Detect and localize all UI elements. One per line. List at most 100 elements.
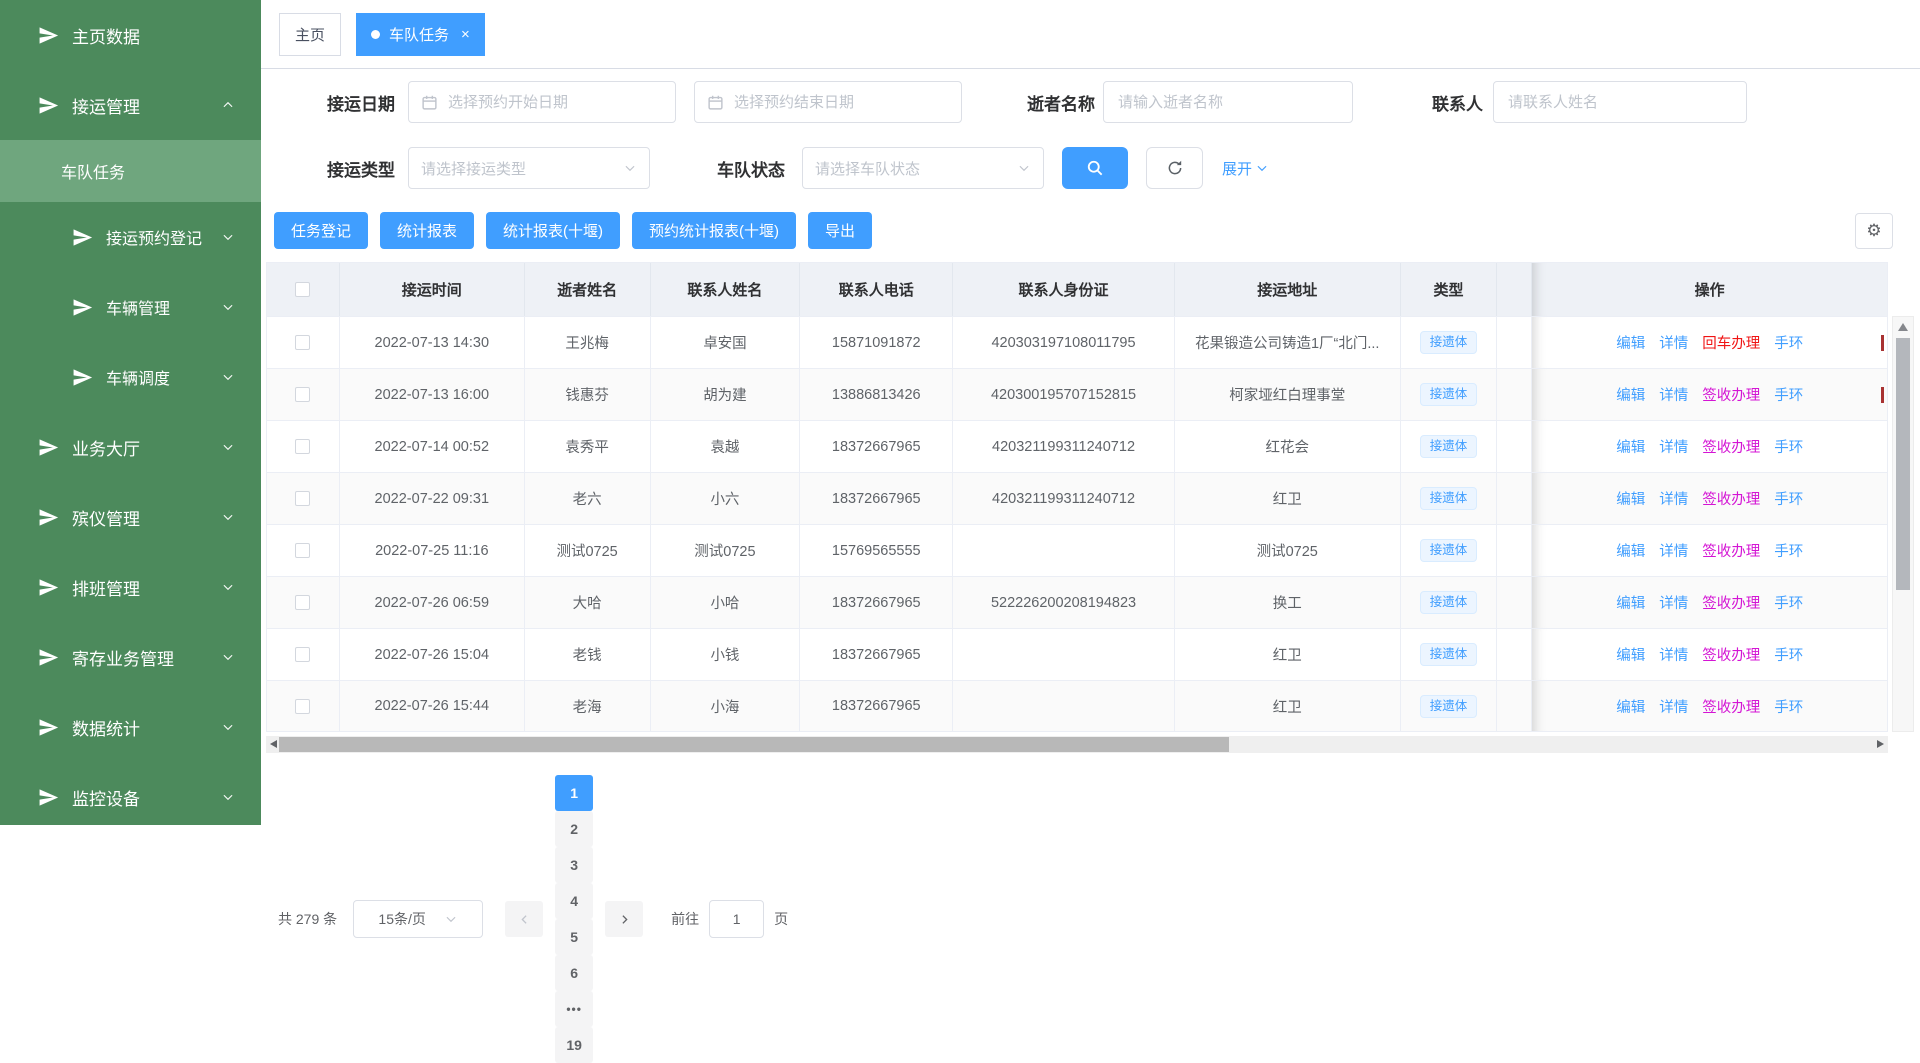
- row-checkbox[interactable]: [295, 543, 310, 558]
- page-size-select[interactable]: 15条/页: [353, 900, 483, 938]
- select-all-checkbox[interactable]: [295, 282, 310, 297]
- action-2-link[interactable]: 详情: [1659, 384, 1688, 405]
- row-checkbox[interactable]: [295, 387, 310, 402]
- toolbar-button-4[interactable]: 预约统计报表(十堰): [632, 212, 796, 249]
- sidebar-item-12[interactable]: 监控设备: [0, 762, 261, 825]
- transfer-type-select[interactable]: 请选择接运类型: [408, 147, 650, 189]
- sidebar-item-6[interactable]: 车辆调度: [0, 342, 261, 412]
- date-end-field[interactable]: [732, 93, 949, 112]
- search-button[interactable]: [1062, 147, 1128, 189]
- sidebar-item-label: 排班管理: [72, 575, 140, 600]
- refresh-button[interactable]: [1146, 147, 1203, 189]
- date-start-field[interactable]: [446, 93, 663, 112]
- contact-input[interactable]: [1493, 81, 1747, 123]
- vertical-scrollbar[interactable]: [1892, 316, 1914, 732]
- page-button-19[interactable]: 19: [555, 1027, 593, 1063]
- transfer-type-placeholder: 请选择接运类型: [421, 158, 526, 179]
- action-4-link[interactable]: 手环: [1774, 488, 1803, 509]
- sidebar-item-4[interactable]: 接运预约登记: [0, 202, 261, 272]
- row-checkbox[interactable]: [295, 699, 310, 714]
- date-start-input[interactable]: [408, 81, 676, 123]
- row-checkbox[interactable]: [295, 335, 310, 350]
- action-3-link[interactable]: 回车办理: [1702, 332, 1760, 353]
- deceased-name-field[interactable]: [1116, 93, 1340, 112]
- action-3-link[interactable]: 签收办理: [1702, 592, 1760, 613]
- scroll-left-arrow-icon[interactable]: [270, 740, 277, 748]
- page-button-3[interactable]: 3: [555, 847, 593, 883]
- sidebar-item-1[interactable]: 主页数据: [0, 0, 261, 70]
- cell-address: 柯家垭红白理事堂: [1175, 369, 1401, 420]
- sidebar-item-8[interactable]: 殡仪管理: [0, 482, 261, 552]
- next-page-button[interactable]: [605, 901, 643, 937]
- action-1-link[interactable]: 编辑: [1616, 488, 1645, 509]
- contact-field[interactable]: [1506, 93, 1734, 112]
- toolbar-button-2[interactable]: 统计报表: [380, 212, 474, 249]
- fleet-status-placeholder: 请选择车队状态: [815, 158, 920, 179]
- action-4-link[interactable]: 手环: [1774, 644, 1803, 665]
- goto-page-input[interactable]: [709, 900, 764, 938]
- page-button-5[interactable]: 5: [555, 919, 593, 955]
- action-3-link[interactable]: 签收办理: [1702, 436, 1760, 457]
- page-ellipsis[interactable]: •••: [555, 991, 593, 1027]
- action-4-link[interactable]: 手环: [1774, 384, 1803, 405]
- action-3-link[interactable]: 签收办理: [1702, 384, 1760, 405]
- scroll-up-arrow-icon[interactable]: [1898, 323, 1908, 331]
- action-1-link[interactable]: 编辑: [1616, 696, 1645, 717]
- action-1-link[interactable]: 编辑: [1616, 592, 1645, 613]
- action-4-link[interactable]: 手环: [1774, 436, 1803, 457]
- page-button-6[interactable]: 6: [555, 955, 593, 991]
- row-checkbox[interactable]: [295, 595, 310, 610]
- sidebar-item-2[interactable]: 接运管理: [0, 70, 261, 140]
- expand-link[interactable]: 展开: [1222, 158, 1269, 179]
- horizontal-scroll-thumb[interactable]: [279, 737, 1229, 752]
- action-3-link[interactable]: 签收办理: [1702, 696, 1760, 717]
- row-checkbox[interactable]: [295, 647, 310, 662]
- sidebar-item-3[interactable]: 车队任务: [0, 140, 261, 202]
- scroll-right-arrow-icon[interactable]: [1877, 740, 1884, 748]
- action-2-link[interactable]: 详情: [1659, 592, 1688, 613]
- page-button-4[interactable]: 4: [555, 883, 593, 919]
- action-3-link[interactable]: 签收办理: [1702, 644, 1760, 665]
- action-2-link[interactable]: 详情: [1659, 488, 1688, 509]
- row-checkbox[interactable]: [295, 491, 310, 506]
- action-2-link[interactable]: 详情: [1659, 696, 1688, 717]
- sidebar-item-11[interactable]: 数据统计: [0, 692, 261, 762]
- prev-page-button[interactable]: [505, 901, 543, 937]
- close-icon[interactable]: ×: [461, 27, 470, 42]
- sidebar-item-5[interactable]: 车辆管理: [0, 272, 261, 342]
- sidebar-item-7[interactable]: 业务大厅: [0, 412, 261, 482]
- toolbar-button-5[interactable]: 导出: [808, 212, 872, 249]
- action-3-link[interactable]: 签收办理: [1702, 540, 1760, 561]
- type-badge: 接遗体: [1420, 539, 1478, 562]
- sidebar-item-10[interactable]: 寄存业务管理: [0, 622, 261, 692]
- horizontal-scrollbar[interactable]: [266, 736, 1888, 753]
- action-2-link[interactable]: 详情: [1659, 540, 1688, 561]
- type-badge: 接遗体: [1420, 383, 1478, 406]
- action-1-link[interactable]: 编辑: [1616, 332, 1645, 353]
- row-checkbox[interactable]: [295, 439, 310, 454]
- vertical-scroll-thumb[interactable]: [1896, 338, 1910, 590]
- sidebar-item-9[interactable]: 排班管理: [0, 552, 261, 622]
- action-1-link[interactable]: 编辑: [1616, 384, 1645, 405]
- action-1-link[interactable]: 编辑: [1616, 644, 1645, 665]
- action-1-link[interactable]: 编辑: [1616, 436, 1645, 457]
- toolbar-button-1[interactable]: 任务登记: [274, 212, 368, 249]
- column-settings-button[interactable]: ⚙: [1855, 213, 1893, 249]
- action-4-link[interactable]: 手环: [1774, 592, 1803, 613]
- toolbar-button-3[interactable]: 统计报表(十堰): [486, 212, 620, 249]
- action-4-link[interactable]: 手环: [1774, 332, 1803, 353]
- tab-home[interactable]: 主页: [279, 13, 341, 56]
- action-3-link[interactable]: 签收办理: [1702, 488, 1760, 509]
- action-4-link[interactable]: 手环: [1774, 696, 1803, 717]
- deceased-name-input[interactable]: [1103, 81, 1353, 123]
- fleet-status-select[interactable]: 请选择车队状态: [802, 147, 1044, 189]
- date-end-input[interactable]: [694, 81, 962, 123]
- action-2-link[interactable]: 详情: [1659, 332, 1688, 353]
- action-1-link[interactable]: 编辑: [1616, 540, 1645, 561]
- action-2-link[interactable]: 详情: [1659, 436, 1688, 457]
- action-4-link[interactable]: 手环: [1774, 540, 1803, 561]
- page-button-2[interactable]: 2: [555, 811, 593, 847]
- tab-fleet-tasks[interactable]: 车队任务 ×: [356, 13, 485, 56]
- page-button-1[interactable]: 1: [555, 775, 593, 811]
- action-2-link[interactable]: 详情: [1659, 644, 1688, 665]
